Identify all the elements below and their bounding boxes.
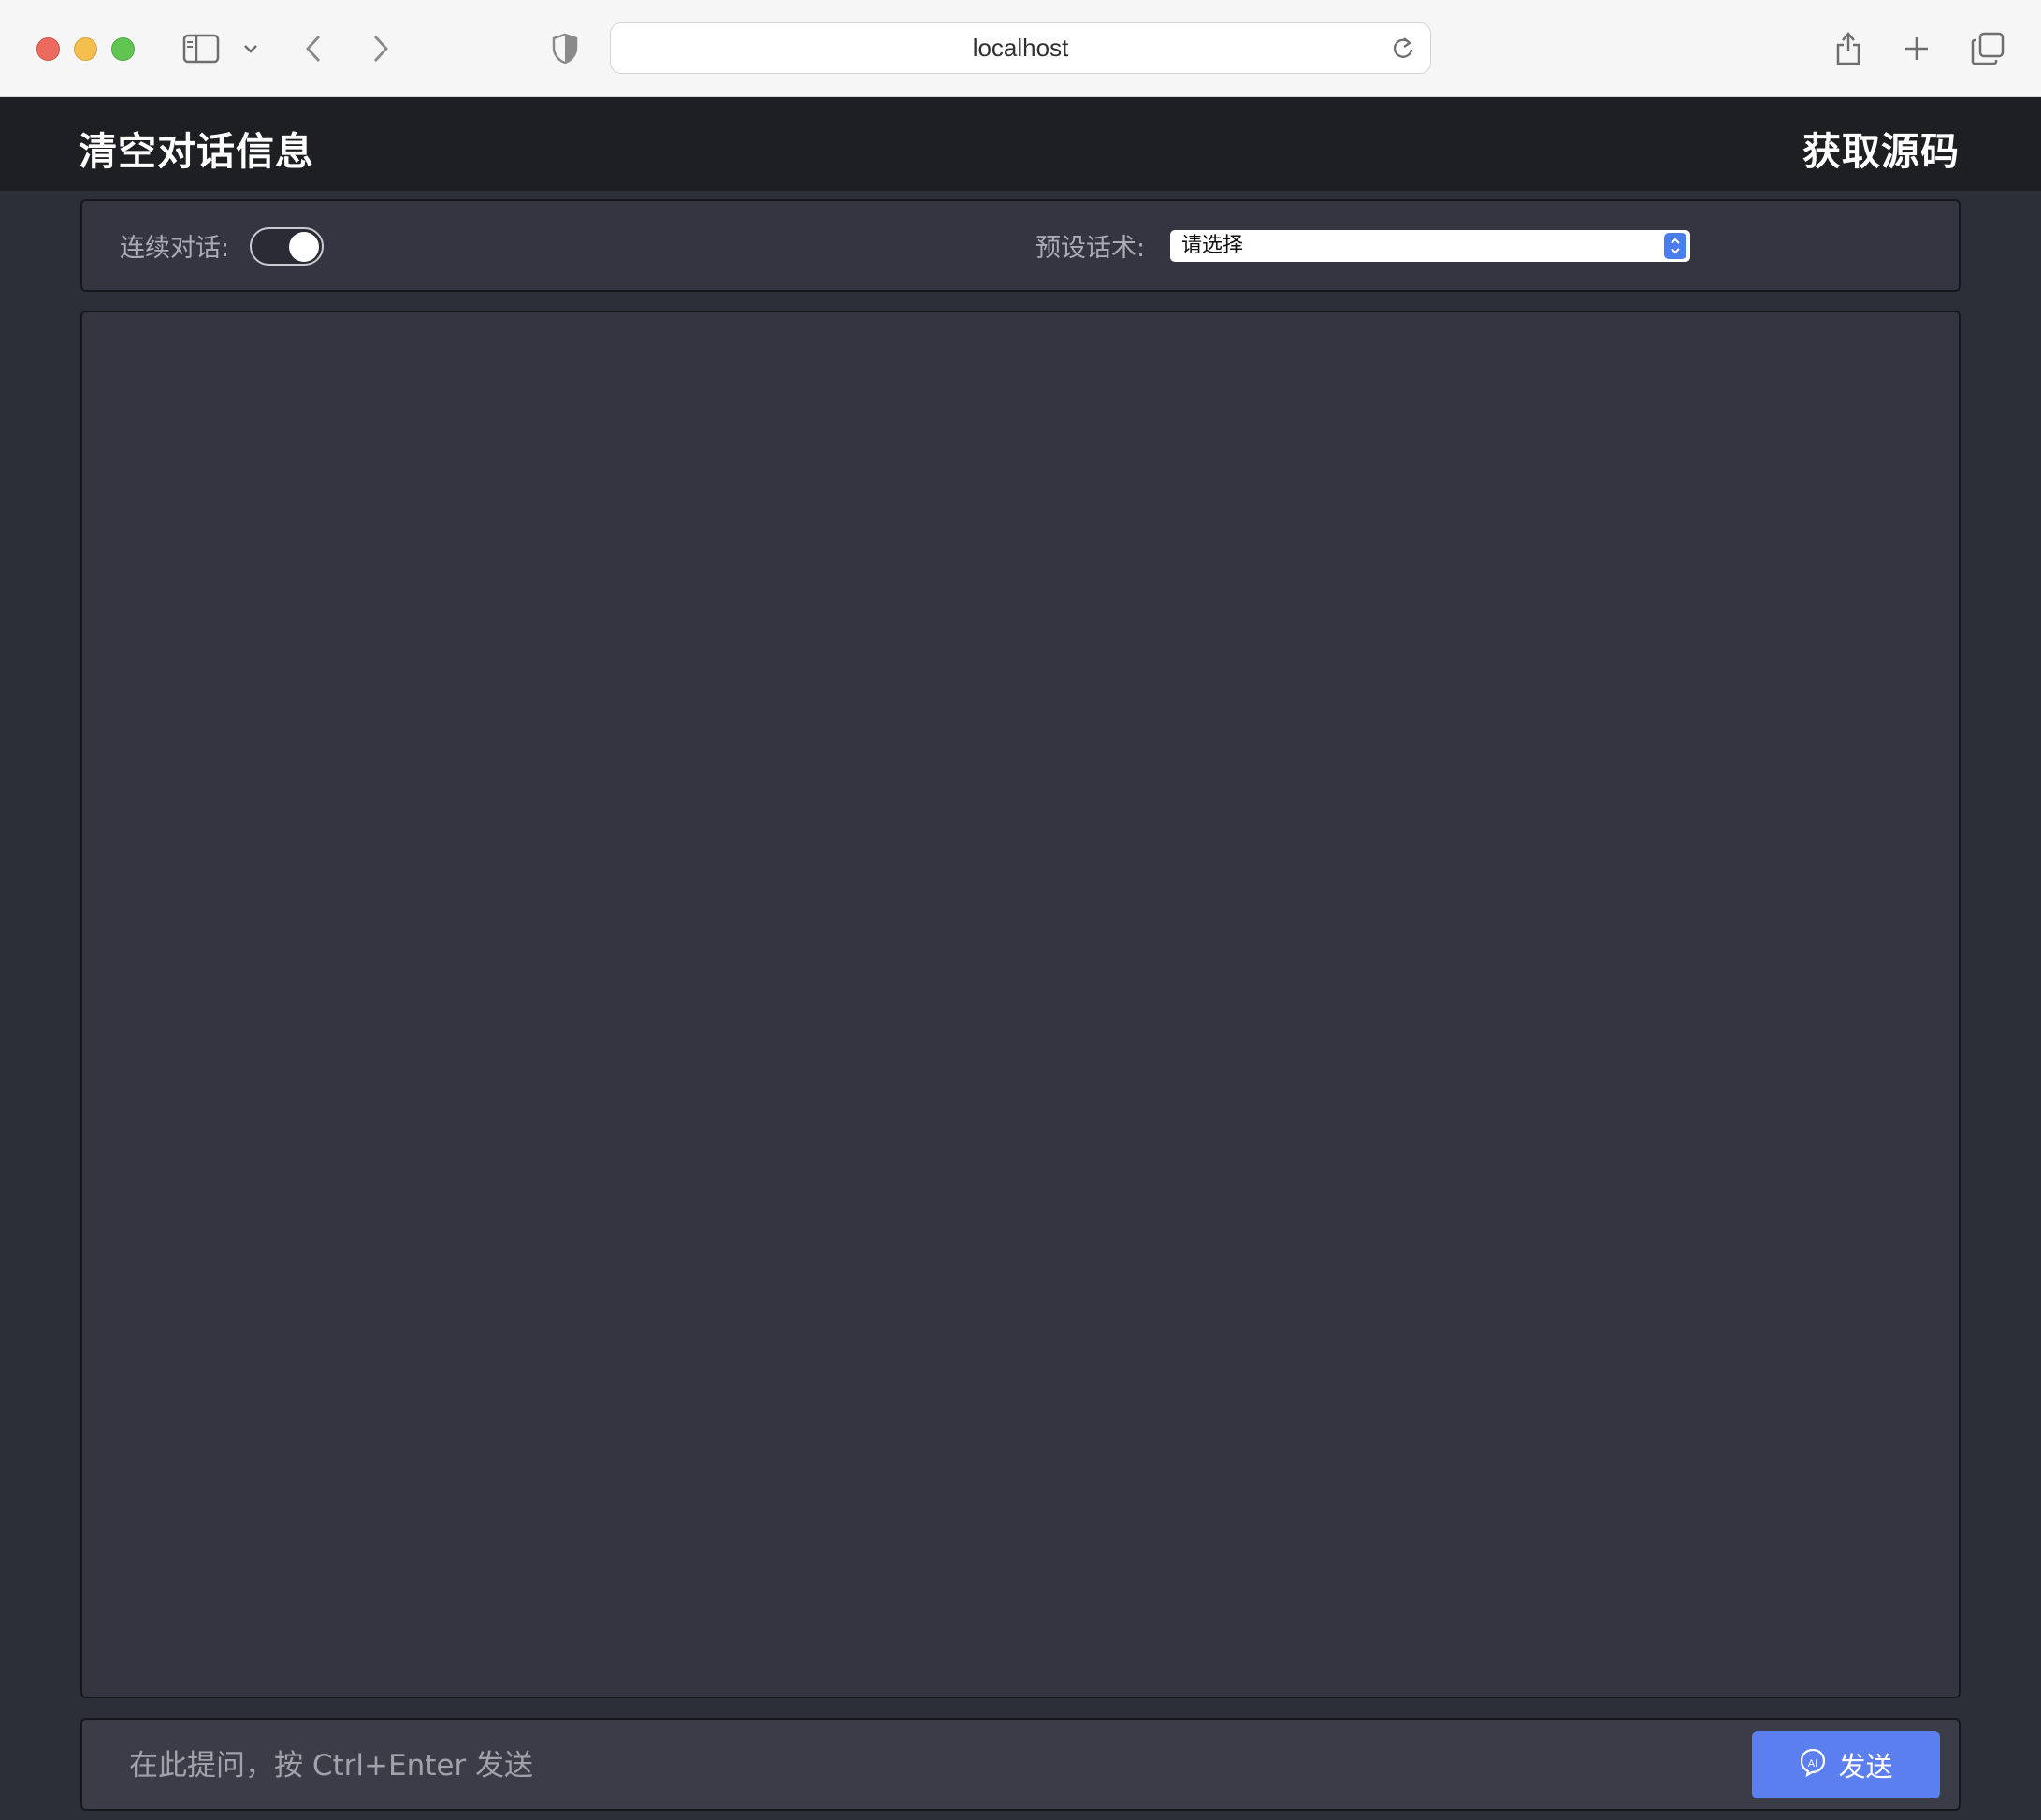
- forward-icon[interactable]: [369, 24, 393, 73]
- new-tab-icon[interactable]: [1903, 24, 1931, 73]
- minimize-window-button[interactable]: [74, 37, 97, 61]
- options-bar: 连续对话: 预设话术: 请选择: [80, 199, 1961, 292]
- shield-icon[interactable]: [551, 24, 579, 73]
- toggle-knob: [289, 232, 319, 262]
- address-bar[interactable]: localhost: [610, 22, 1431, 74]
- back-icon[interactable]: [301, 24, 326, 73]
- reload-icon[interactable]: [1391, 36, 1415, 65]
- preset-prompt-label: 预设话术:: [1035, 234, 1146, 263]
- continuous-dialog-label: 连续对话:: [120, 234, 230, 263]
- zoom-window-button[interactable]: [111, 37, 135, 61]
- send-label: 发送: [1838, 1751, 1893, 1783]
- chevron-down-icon[interactable]: [241, 24, 260, 73]
- share-icon[interactable]: [1832, 24, 1864, 73]
- send-button[interactable]: AI 发送: [1752, 1731, 1940, 1798]
- preset-prompt-select[interactable]: 请选择: [1170, 230, 1690, 262]
- close-window-button[interactable]: [36, 37, 60, 61]
- sidebar-icon[interactable]: [181, 24, 222, 73]
- continuous-dialog-toggle[interactable]: [250, 227, 324, 266]
- svg-text:AI: AI: [1808, 1758, 1817, 1769]
- url-text: localhost: [972, 34, 1069, 62]
- browser-toolbar: localhost: [0, 0, 2041, 97]
- question-input[interactable]: [129, 1746, 1719, 1785]
- select-arrows-icon: [1664, 233, 1686, 259]
- clear-conversation-button[interactable]: 清空对话信息: [79, 120, 314, 176]
- get-source-button[interactable]: 获取源码: [1802, 120, 1960, 176]
- input-bar: AI 发送: [80, 1718, 1961, 1811]
- ai-chat-icon: AI: [1799, 1747, 1827, 1784]
- app-header: 清空对话信息 获取源码: [0, 97, 2041, 191]
- preset-selected-value: 请选择: [1181, 234, 1244, 257]
- tabs-overview-icon[interactable]: [1971, 24, 2005, 73]
- chat-message-area[interactable]: [80, 311, 1961, 1698]
